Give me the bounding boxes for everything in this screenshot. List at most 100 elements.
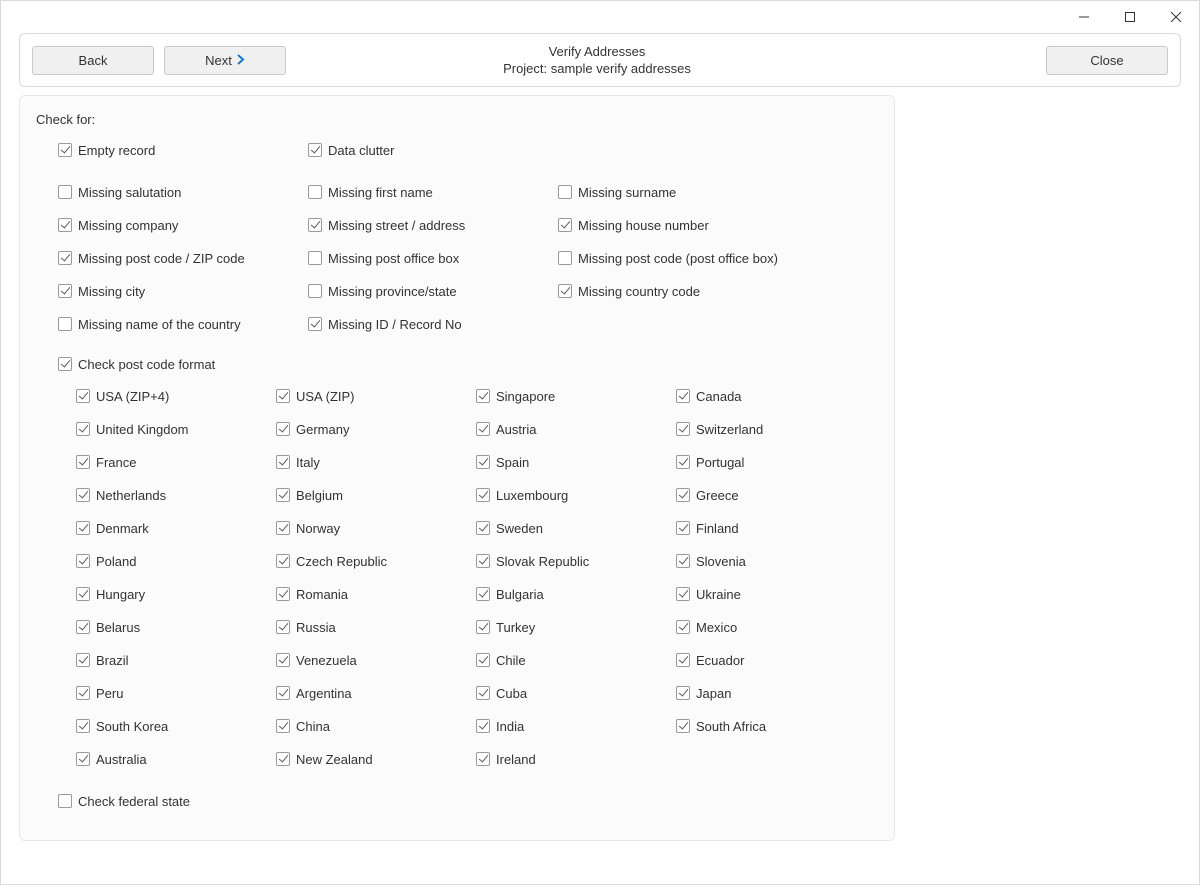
- country-austria[interactable]: Austria: [476, 420, 676, 438]
- country-brazil[interactable]: Brazil: [76, 651, 276, 669]
- country-australia-checkbox[interactable]: [76, 752, 90, 766]
- country-ukraine-checkbox[interactable]: [676, 587, 690, 601]
- country-finland[interactable]: Finland: [676, 519, 876, 537]
- country-cuba-checkbox[interactable]: [476, 686, 490, 700]
- country-usa-zip[interactable]: USA (ZIP): [276, 387, 476, 405]
- country-italy[interactable]: Italy: [276, 453, 476, 471]
- country-ireland-checkbox[interactable]: [476, 752, 490, 766]
- country-hungary[interactable]: Hungary: [76, 585, 276, 603]
- country-singapore-checkbox[interactable]: [476, 389, 490, 403]
- country-ukraine[interactable]: Ukraine: [676, 585, 876, 603]
- check-missing-post-code-zip-code-checkbox[interactable]: [58, 251, 72, 265]
- check-missing-house-number[interactable]: Missing house number: [558, 216, 808, 234]
- country-poland-checkbox[interactable]: [76, 554, 90, 568]
- check-postcode-format-checkbox[interactable]: [58, 357, 72, 371]
- country-spain[interactable]: Spain: [476, 453, 676, 471]
- country-peru-checkbox[interactable]: [76, 686, 90, 700]
- check-missing-house-number-checkbox[interactable]: [558, 218, 572, 232]
- country-mexico-checkbox[interactable]: [676, 620, 690, 634]
- country-netherlands-checkbox[interactable]: [76, 488, 90, 502]
- next-button[interactable]: Next: [164, 46, 286, 75]
- check-missing-street-address-checkbox[interactable]: [308, 218, 322, 232]
- check-data-clutter[interactable]: Data clutter: [308, 141, 558, 159]
- country-romania-checkbox[interactable]: [276, 587, 290, 601]
- country-usa-zip-4-checkbox[interactable]: [76, 389, 90, 403]
- check-empty-record[interactable]: Empty record: [58, 141, 308, 159]
- country-belarus-checkbox[interactable]: [76, 620, 90, 634]
- check-missing-name-of-the-country-checkbox[interactable]: [58, 317, 72, 331]
- country-new-zealand-checkbox[interactable]: [276, 752, 290, 766]
- check-missing-post-office-box[interactable]: Missing post office box: [308, 249, 558, 267]
- check-missing-surname-checkbox[interactable]: [558, 185, 572, 199]
- check-federal-state[interactable]: Check federal state: [58, 792, 878, 810]
- check-empty-record-checkbox[interactable]: [58, 143, 72, 157]
- country-slovenia-checkbox[interactable]: [676, 554, 690, 568]
- country-poland[interactable]: Poland: [76, 552, 276, 570]
- country-czech-republic-checkbox[interactable]: [276, 554, 290, 568]
- country-greece[interactable]: Greece: [676, 486, 876, 504]
- country-portugal[interactable]: Portugal: [676, 453, 876, 471]
- check-missing-surname[interactable]: Missing surname: [558, 183, 808, 201]
- check-missing-country-code[interactable]: Missing country code: [558, 282, 808, 300]
- country-canada-checkbox[interactable]: [676, 389, 690, 403]
- close-button[interactable]: Close: [1046, 46, 1168, 75]
- country-united-kingdom[interactable]: United Kingdom: [76, 420, 276, 438]
- check-federal-state-checkbox[interactable]: [58, 794, 72, 808]
- check-missing-city-checkbox[interactable]: [58, 284, 72, 298]
- country-india-checkbox[interactable]: [476, 719, 490, 733]
- maximize-button[interactable]: [1107, 1, 1153, 33]
- country-germany-checkbox[interactable]: [276, 422, 290, 436]
- check-missing-id-record-no-checkbox[interactable]: [308, 317, 322, 331]
- country-ecuador[interactable]: Ecuador: [676, 651, 876, 669]
- country-argentina-checkbox[interactable]: [276, 686, 290, 700]
- country-slovak-republic[interactable]: Slovak Republic: [476, 552, 676, 570]
- check-missing-salutation-checkbox[interactable]: [58, 185, 72, 199]
- country-belgium[interactable]: Belgium: [276, 486, 476, 504]
- country-france-checkbox[interactable]: [76, 455, 90, 469]
- country-chile-checkbox[interactable]: [476, 653, 490, 667]
- country-usa-zip-4[interactable]: USA (ZIP+4): [76, 387, 276, 405]
- country-luxembourg-checkbox[interactable]: [476, 488, 490, 502]
- check-postcode-format[interactable]: Check post code format: [58, 355, 878, 373]
- country-mexico[interactable]: Mexico: [676, 618, 876, 636]
- country-chile[interactable]: Chile: [476, 651, 676, 669]
- country-hungary-checkbox[interactable]: [76, 587, 90, 601]
- country-romania[interactable]: Romania: [276, 585, 476, 603]
- country-brazil-checkbox[interactable]: [76, 653, 90, 667]
- check-missing-name-of-the-country[interactable]: Missing name of the country: [58, 315, 308, 333]
- check-data-clutter-checkbox[interactable]: [308, 143, 322, 157]
- country-japan[interactable]: Japan: [676, 684, 876, 702]
- country-finland-checkbox[interactable]: [676, 521, 690, 535]
- minimize-button[interactable]: [1061, 1, 1107, 33]
- check-missing-province-state-checkbox[interactable]: [308, 284, 322, 298]
- check-missing-id-record-no[interactable]: Missing ID / Record No: [308, 315, 558, 333]
- country-venezuela[interactable]: Venezuela: [276, 651, 476, 669]
- check-missing-first-name-checkbox[interactable]: [308, 185, 322, 199]
- country-russia-checkbox[interactable]: [276, 620, 290, 634]
- check-missing-company[interactable]: Missing company: [58, 216, 308, 234]
- country-bulgaria[interactable]: Bulgaria: [476, 585, 676, 603]
- check-missing-post-code-post-office-box[interactable]: Missing post code (post office box): [558, 249, 808, 267]
- check-missing-city[interactable]: Missing city: [58, 282, 308, 300]
- check-missing-company-checkbox[interactable]: [58, 218, 72, 232]
- country-ecuador-checkbox[interactable]: [676, 653, 690, 667]
- country-belgium-checkbox[interactable]: [276, 488, 290, 502]
- country-australia[interactable]: Australia: [76, 750, 276, 768]
- country-china[interactable]: China: [276, 717, 476, 735]
- country-south-africa-checkbox[interactable]: [676, 719, 690, 733]
- country-netherlands[interactable]: Netherlands: [76, 486, 276, 504]
- country-south-korea[interactable]: South Korea: [76, 717, 276, 735]
- country-slovenia[interactable]: Slovenia: [676, 552, 876, 570]
- check-missing-street-address[interactable]: Missing street / address: [308, 216, 558, 234]
- back-button[interactable]: Back: [32, 46, 154, 75]
- country-japan-checkbox[interactable]: [676, 686, 690, 700]
- country-denmark-checkbox[interactable]: [76, 521, 90, 535]
- country-ireland[interactable]: Ireland: [476, 750, 676, 768]
- country-norway-checkbox[interactable]: [276, 521, 290, 535]
- country-new-zealand[interactable]: New Zealand: [276, 750, 476, 768]
- country-singapore[interactable]: Singapore: [476, 387, 676, 405]
- country-luxembourg[interactable]: Luxembourg: [476, 486, 676, 504]
- check-missing-province-state[interactable]: Missing province/state: [308, 282, 558, 300]
- country-canada[interactable]: Canada: [676, 387, 876, 405]
- check-missing-salutation[interactable]: Missing salutation: [58, 183, 308, 201]
